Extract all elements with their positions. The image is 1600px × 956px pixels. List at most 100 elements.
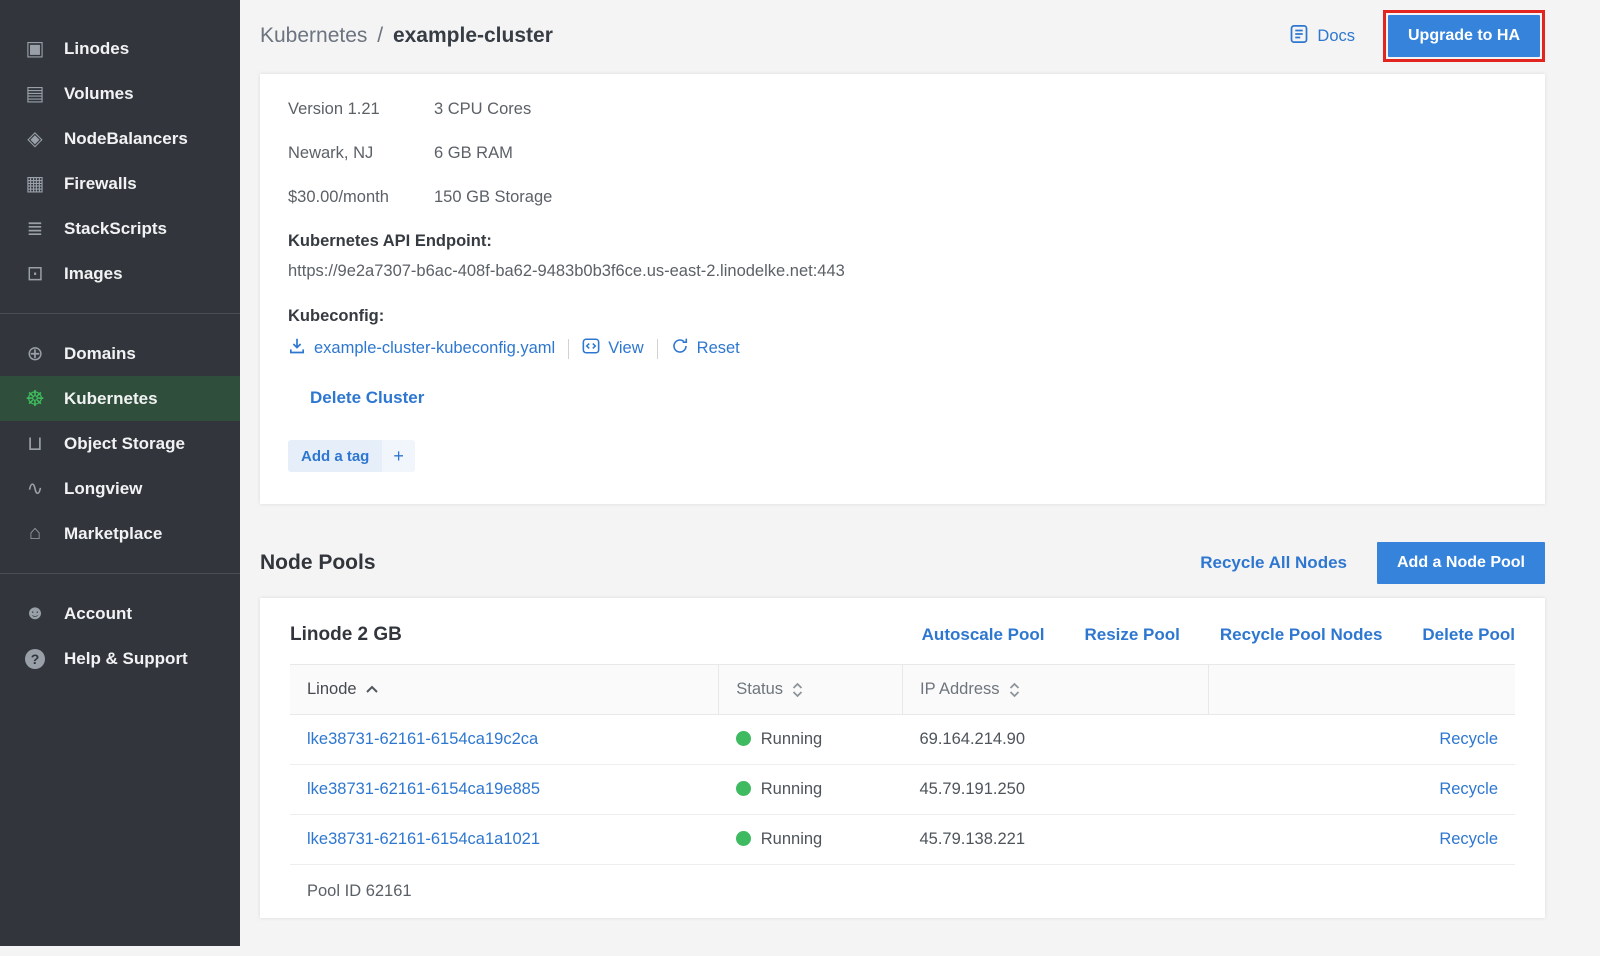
sidebar-item-nodebalancers[interactable]: ◈NodeBalancers — [0, 116, 240, 161]
status-running-dot — [736, 731, 751, 746]
stackscripts-icon: ≣ — [22, 216, 48, 241]
pool-head: Linode 2 GB Autoscale Pool Resize Pool Rec… — [290, 624, 1515, 646]
object-storage-icon: ⊔ — [22, 431, 48, 456]
sidebar-item-marketplace[interactable]: ⌂Marketplace — [0, 511, 240, 556]
sidebar: ▣ Linodes ▤Volumes◈NodeBalancers ▦ Firewalls… — [0, 0, 240, 946]
status-column-label: Status — [736, 680, 783, 698]
download-icon — [288, 337, 306, 360]
kubeconfig-row: example-cluster-kubeconfig.yaml View Res… — [288, 337, 1517, 360]
kubeconfig-reset-link[interactable]: Reset — [671, 337, 740, 360]
page-header: Kubernetes / example-cluster Docs Upgrad… — [260, 10, 1545, 62]
recycle-node-link[interactable]: Recycle — [1439, 780, 1498, 798]
node-table: Linode Status IP Address lke38731-62161-… — [290, 664, 1515, 918]
firewalls-icon: ▦ — [22, 171, 48, 196]
ip-address: 69.164.214.90 — [903, 715, 1209, 765]
images-icon: ⊡ — [22, 261, 48, 286]
sidebar-item-label: Marketplace — [64, 524, 162, 544]
table-row: lke38731-62161-6154ca1a1021 Running 45.79.… — [290, 815, 1515, 865]
reset-icon — [671, 337, 689, 360]
kubeconfig-view-link[interactable]: View — [582, 337, 643, 360]
sidebar-item-domains[interactable]: ⊕Domains — [0, 331, 240, 376]
sidebar-item-label: Object Storage — [64, 434, 185, 454]
node-link[interactable]: lke38731-62161-6154ca1a1021 — [307, 830, 540, 848]
spec-right-value: 3 CPU Cores — [434, 100, 531, 119]
sidebar-item-stackscripts[interactable]: ≣ StackScripts — [0, 206, 240, 251]
sidebar-item-kubernetes[interactable]: ☸Kubernetes — [0, 376, 240, 421]
delete-pool-link[interactable]: Delete Pool — [1422, 625, 1515, 645]
api-endpoint-label: Kubernetes API Endpoint: — [288, 232, 1517, 251]
linode-column-label: Linode — [307, 680, 357, 698]
node-link[interactable]: lke38731-62161-6154ca19c2ca — [307, 730, 538, 748]
sidebar-item-linodes[interactable]: ▣ Linodes — [0, 26, 240, 71]
sidebar-item-firewalls[interactable]: ▦ Firewalls — [0, 161, 240, 206]
kubernetes-icon: ☸ — [22, 386, 48, 412]
sidebar-item-volumes[interactable]: ▤Volumes — [0, 71, 240, 116]
spec-row: Version 1.213 CPU Cores — [288, 100, 1517, 119]
main-content: Kubernetes / example-cluster Docs Upgrad… — [240, 10, 1600, 918]
table-row: lke38731-62161-6154ca19e885Running45.79.… — [290, 765, 1515, 815]
status-running-dot — [736, 781, 751, 796]
sidebar-item-help-support[interactable]: ?Help & Support — [0, 636, 240, 681]
kubeconfig-label: Kubeconfig: — [288, 307, 1517, 326]
linodes-icon: ▣ — [22, 36, 48, 61]
node-pool-card: Linode 2 GB Autoscale Pool Resize Pool Rec… — [260, 598, 1545, 918]
sidebar-divider — [0, 313, 240, 314]
pool-id: Pool ID 62161 — [290, 865, 1515, 919]
sidebar-item-object-storage[interactable]: ⊔ Object Storage — [0, 421, 240, 466]
sort-asc-icon — [365, 680, 379, 698]
breadcrumb-cluster-name: example-cluster — [393, 24, 553, 47]
domains-icon: ⊕ — [22, 341, 48, 366]
help-icon: ? — [22, 647, 48, 670]
table-row: lke38731-62161-6154ca19c2ca Running 69.164… — [290, 715, 1515, 765]
recycle-pool-nodes-link[interactable]: Recycle Pool Nodes — [1220, 625, 1383, 645]
longview-icon: ∿ — [22, 476, 48, 501]
status-text: Running — [761, 780, 822, 798]
recycle-node-link[interactable]: Recycle — [1439, 830, 1498, 848]
sidebar-item-label: StackScripts — [64, 219, 167, 239]
sidebar-item-label: Firewalls — [64, 174, 137, 194]
volumes-icon: ▤ — [22, 81, 48, 106]
pool-name: Linode 2 GB — [290, 624, 402, 646]
recycle-all-nodes-link[interactable]: Recycle All Nodes — [1200, 553, 1347, 573]
divider — [657, 339, 658, 359]
ip-column-label: IP Address — [920, 680, 1000, 698]
resize-pool-link[interactable]: Resize Pool — [1084, 625, 1179, 645]
sidebar-item-label: Linodes — [64, 39, 129, 59]
spec-left-value: $30.00/month — [288, 188, 434, 207]
account-icon: ☻ — [22, 602, 48, 625]
view-label: View — [608, 339, 643, 358]
node-pools-actions: Recycle All Nodes Add a Node Pool — [1200, 542, 1545, 584]
spec-row: Newark, NJ6 GB RAM — [288, 144, 1517, 163]
node-pools-title: Node Pools — [260, 551, 376, 575]
sort-ip-header[interactable]: IP Address — [903, 665, 1209, 715]
breadcrumb-separator: / — [377, 24, 383, 47]
breadcrumb-kubernetes[interactable]: Kubernetes — [260, 24, 367, 47]
delete-cluster-link[interactable]: Delete Cluster — [310, 388, 424, 408]
autoscale-pool-link[interactable]: Autoscale Pool — [922, 625, 1045, 645]
status-text: Running — [761, 830, 822, 848]
ip-address: 45.79.138.221 — [903, 815, 1209, 865]
add-tag-button[interactable]: Add a tag + — [288, 440, 415, 472]
recycle-node-link[interactable]: Recycle — [1439, 730, 1498, 748]
annotation-highlight-box: Upgrade to HA — [1383, 10, 1545, 62]
kubeconfig-download-link[interactable]: example-cluster-kubeconfig.yaml — [288, 337, 555, 360]
node-link[interactable]: lke38731-62161-6154ca19e885 — [307, 780, 540, 798]
actions-column-header — [1209, 665, 1515, 715]
sort-linode-header[interactable]: Linode — [290, 665, 719, 715]
sidebar-item-account[interactable]: ☻Account — [0, 591, 240, 636]
sidebar-item-images[interactable]: ⊡ Images — [0, 251, 240, 296]
add-node-pool-button[interactable]: Add a Node Pool — [1377, 542, 1545, 584]
sidebar-divider — [0, 573, 240, 574]
sidebar-item-label: Images — [64, 264, 123, 284]
docs-link[interactable]: Docs — [1289, 24, 1355, 49]
spec-right-value: 150 GB Storage — [434, 188, 552, 207]
upgrade-to-ha-button[interactable]: Upgrade to HA — [1388, 15, 1540, 57]
docs-icon — [1289, 24, 1309, 49]
sort-status-header[interactable]: Status — [719, 665, 903, 715]
view-code-icon — [582, 337, 600, 360]
node-pools-header: Node Pools Recycle All Nodes Add a Node … — [260, 542, 1545, 584]
sidebar-item-longview[interactable]: ∿Longview — [0, 466, 240, 511]
plus-icon: + — [382, 440, 415, 472]
spec-row: $30.00/month150 GB Storage — [288, 188, 1517, 207]
status-text: Running — [761, 730, 822, 748]
